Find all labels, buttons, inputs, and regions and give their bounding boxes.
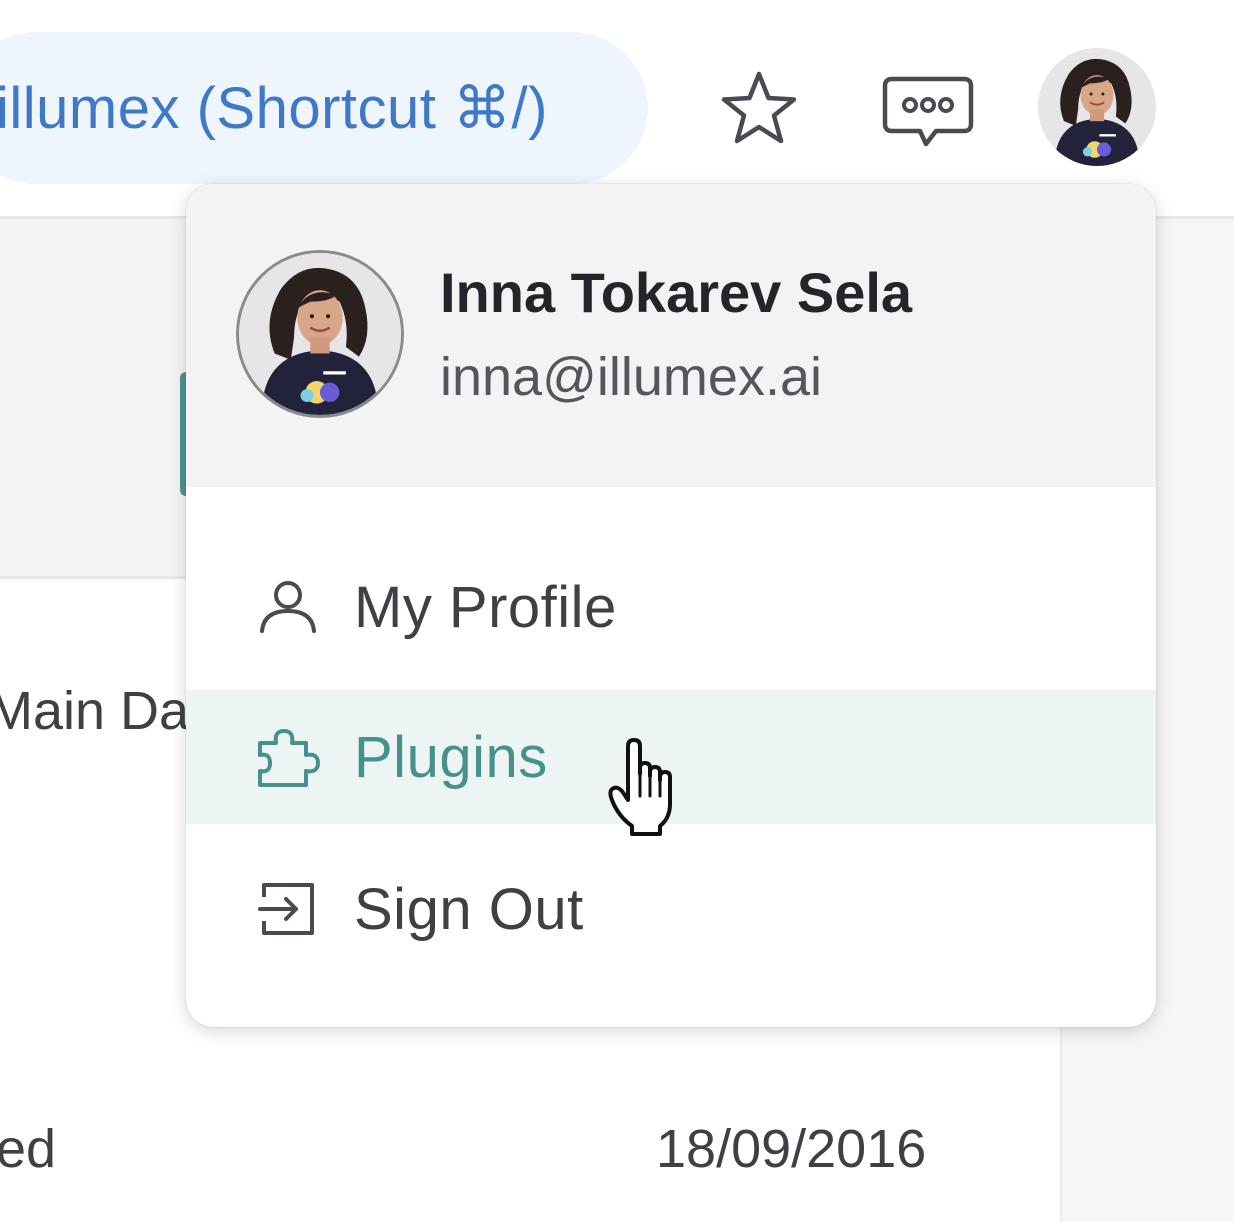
- menu-item-my-profile[interactable]: My Profile: [186, 540, 1156, 674]
- search-placeholder: illumex (Shortcut ⌘/): [0, 76, 548, 141]
- user-name: Inna Tokarev Sela: [440, 261, 913, 324]
- user-icon: [260, 581, 316, 633]
- background-row-status: ed: [0, 1119, 57, 1179]
- menu-avatar: [236, 250, 404, 418]
- user-avatar-button[interactable]: [1038, 48, 1156, 166]
- user-info-header: Inna Tokarev Sela inna@illumex.ai: [186, 184, 1156, 487]
- user-menu-dropdown: Inna Tokarev Sela inna@illumex.ai My Pro…: [186, 184, 1156, 1027]
- background-panel: [0, 219, 186, 577]
- background-row-date: 18/09/2016: [656, 1119, 927, 1179]
- hand-pointer-cursor-icon: [608, 738, 672, 836]
- search-bar[interactable]: illumex (Shortcut ⌘/): [0, 32, 648, 184]
- background-divider: [0, 576, 186, 579]
- star-icon[interactable]: [718, 70, 800, 146]
- chat-bubble-icon[interactable]: [882, 76, 974, 150]
- menu-item-label: Plugins: [354, 724, 548, 790]
- menu-item-label: My Profile: [354, 574, 617, 640]
- menu-item-label: Sign Out: [354, 876, 584, 942]
- menu-item-sign-out[interactable]: Sign Out: [186, 842, 1156, 976]
- avatar: [1038, 48, 1156, 166]
- background-row-label: Main Da: [0, 681, 190, 741]
- puzzle-icon: [258, 729, 320, 787]
- user-email: inna@illumex.ai: [440, 347, 822, 407]
- avatar: [239, 253, 401, 415]
- sign-out-icon: [258, 883, 314, 935]
